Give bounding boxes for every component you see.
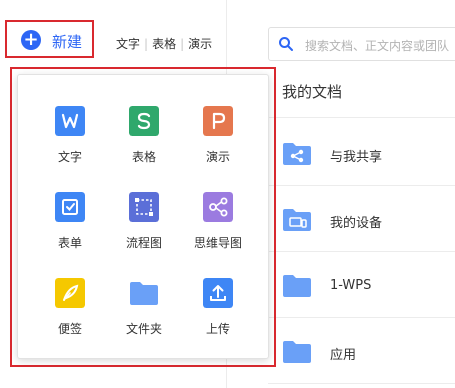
presentation-icon: [203, 106, 233, 136]
new-menu-item-label: 流程图: [125, 236, 162, 250]
new-menu-item-form[interactable]: 表单: [32, 192, 108, 256]
new-menu-panel: 文字 表格 演示 表单 流程图 思维导图 便签 文件夹 上传: [17, 74, 269, 359]
new-menu-item-presentation[interactable]: 演示: [180, 106, 256, 170]
link-separator: |: [180, 37, 185, 51]
list-item-apps[interactable]: 应用: [268, 318, 455, 384]
new-menu-item-label: 表格: [131, 150, 156, 164]
new-button[interactable]: + 新建: [5, 20, 94, 58]
new-menu-item-upload[interactable]: 上传: [180, 278, 256, 342]
plus-icon: +: [21, 30, 41, 50]
search-icon: [279, 37, 293, 51]
shared-folder-icon: [283, 143, 311, 165]
list-item-devices[interactable]: 我的设备: [268, 186, 455, 252]
flowchart-icon: [129, 192, 159, 222]
form-icon: [55, 192, 85, 222]
folder-icon: [283, 341, 311, 363]
list-item-label: 与我共享: [330, 150, 383, 165]
new-menu-item-mindmap[interactable]: 思维导图: [180, 192, 256, 256]
new-menu-item-label: 文件夹: [125, 322, 162, 336]
quick-link-writer[interactable]: 文字: [116, 37, 140, 51]
search-input[interactable]: 搜索文档、正文内容或团队: [268, 27, 455, 61]
quick-create-links: 文字 | 表格 | 演示: [116, 35, 212, 52]
app-root: + 新建 文字|表格|演示 搜索文档、正文内容或团队 我的文档 与我共享: [0, 0, 455, 388]
new-button-label: 新建: [52, 33, 83, 51]
new-menu-item-label: 文字: [57, 150, 82, 164]
quick-link-presentation[interactable]: 演示: [188, 37, 212, 51]
new-menu-item-folder[interactable]: 文件夹: [106, 278, 182, 342]
new-menu-item-label: 思维导图: [193, 236, 242, 250]
row-divider: [268, 383, 455, 384]
list-item-1-wps[interactable]: 1-WPS: [268, 252, 455, 318]
sidebar-header: + 新建 文字 | 表格 | 演示: [0, 0, 226, 64]
list-item-label: 我的设备: [330, 216, 383, 231]
link-separator: |: [144, 37, 149, 51]
new-menu-item-spreadsheet[interactable]: 表格: [106, 106, 182, 170]
writer-doc-icon: [55, 106, 85, 136]
spreadsheet-icon: [129, 106, 159, 136]
new-menu-item-label: 演示: [205, 150, 230, 164]
list-item-label: 1-WPS: [330, 278, 372, 293]
folder-icon: [130, 282, 158, 305]
quick-link-spreadsheet[interactable]: 表格: [152, 37, 176, 51]
upload-icon: [203, 278, 233, 308]
new-menu-item-label: 上传: [205, 322, 230, 336]
mindmap-icon: [203, 192, 233, 222]
list-item-label: 应用: [330, 348, 357, 363]
new-menu-item-sticky-note[interactable]: 便签: [32, 278, 108, 342]
new-menu-item-label: 表单: [57, 236, 82, 250]
new-menu-item-label: 便签: [57, 322, 82, 336]
search-placeholder: 搜索文档、正文内容或团队: [305, 39, 450, 53]
new-menu-item-writer[interactable]: 文字: [32, 106, 108, 170]
sticky-note-icon: [55, 278, 85, 308]
list-item-shared[interactable]: 与我共享: [268, 120, 455, 186]
folder-icon: [283, 275, 311, 297]
page-title: 我的文档: [282, 83, 343, 101]
divider: [268, 117, 455, 118]
new-menu-item-flowchart[interactable]: 流程图: [106, 192, 182, 256]
device-folder-icon: [283, 209, 311, 231]
